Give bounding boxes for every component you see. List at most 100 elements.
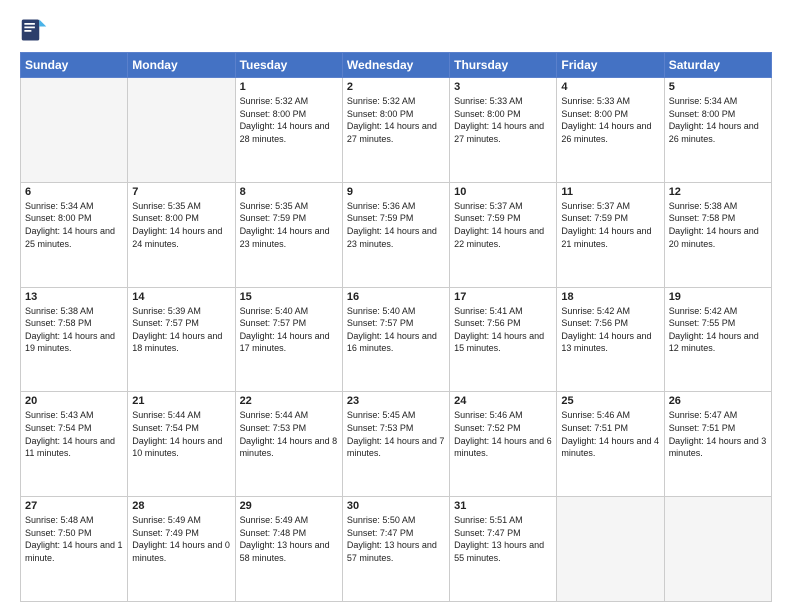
cell-info: Daylight: 14 hours and 13 minutes. bbox=[561, 330, 659, 355]
cell-info: Sunrise: 5:32 AM bbox=[347, 95, 445, 108]
cell-info: Daylight: 14 hours and 21 minutes. bbox=[561, 225, 659, 250]
cell-info: Sunset: 7:59 PM bbox=[240, 212, 338, 225]
day-number: 14 bbox=[132, 291, 230, 303]
day-header-friday: Friday bbox=[557, 53, 664, 78]
calendar-cell: 26Sunrise: 5:47 AMSunset: 7:51 PMDayligh… bbox=[664, 392, 771, 497]
day-header-monday: Monday bbox=[128, 53, 235, 78]
cell-info: Sunset: 8:00 PM bbox=[454, 108, 552, 121]
cell-info: Sunset: 7:54 PM bbox=[25, 422, 123, 435]
cell-info: Sunset: 8:00 PM bbox=[25, 212, 123, 225]
calendar-cell: 10Sunrise: 5:37 AMSunset: 7:59 PMDayligh… bbox=[450, 182, 557, 287]
day-number: 6 bbox=[25, 186, 123, 198]
day-number: 11 bbox=[561, 186, 659, 198]
week-row-5: 27Sunrise: 5:48 AMSunset: 7:50 PMDayligh… bbox=[21, 497, 772, 602]
day-number: 31 bbox=[454, 500, 552, 512]
cell-info: Sunrise: 5:37 AM bbox=[561, 200, 659, 213]
day-number: 29 bbox=[240, 500, 338, 512]
day-number: 13 bbox=[25, 291, 123, 303]
week-row-3: 13Sunrise: 5:38 AMSunset: 7:58 PMDayligh… bbox=[21, 287, 772, 392]
cell-info: Sunset: 7:56 PM bbox=[561, 317, 659, 330]
cell-info: Sunset: 7:57 PM bbox=[132, 317, 230, 330]
day-number: 25 bbox=[561, 395, 659, 407]
calendar-cell: 9Sunrise: 5:36 AMSunset: 7:59 PMDaylight… bbox=[342, 182, 449, 287]
day-number: 7 bbox=[132, 186, 230, 198]
day-number: 8 bbox=[240, 186, 338, 198]
header bbox=[20, 16, 772, 44]
cell-info: Sunrise: 5:47 AM bbox=[669, 409, 767, 422]
cell-info: Sunrise: 5:45 AM bbox=[347, 409, 445, 422]
day-number: 4 bbox=[561, 81, 659, 93]
day-header-tuesday: Tuesday bbox=[235, 53, 342, 78]
calendar-cell: 16Sunrise: 5:40 AMSunset: 7:57 PMDayligh… bbox=[342, 287, 449, 392]
cell-info: Sunrise: 5:49 AM bbox=[240, 514, 338, 527]
cell-info: Daylight: 14 hours and 25 minutes. bbox=[25, 225, 123, 250]
cell-info: Sunrise: 5:42 AM bbox=[561, 305, 659, 318]
calendar-cell: 3Sunrise: 5:33 AMSunset: 8:00 PMDaylight… bbox=[450, 78, 557, 183]
calendar-cell: 5Sunrise: 5:34 AMSunset: 8:00 PMDaylight… bbox=[664, 78, 771, 183]
calendar-cell: 18Sunrise: 5:42 AMSunset: 7:56 PMDayligh… bbox=[557, 287, 664, 392]
day-number: 28 bbox=[132, 500, 230, 512]
day-number: 20 bbox=[25, 395, 123, 407]
cell-info: Sunrise: 5:37 AM bbox=[454, 200, 552, 213]
calendar-cell: 6Sunrise: 5:34 AMSunset: 8:00 PMDaylight… bbox=[21, 182, 128, 287]
day-number: 1 bbox=[240, 81, 338, 93]
calendar-cell: 31Sunrise: 5:51 AMSunset: 7:47 PMDayligh… bbox=[450, 497, 557, 602]
calendar-cell: 29 Sunrise: 5:49 AMSunset: 7:48 PMDayligh… bbox=[235, 497, 342, 602]
cell-info: Daylight: 14 hours and 22 minutes. bbox=[454, 225, 552, 250]
header-row: SundayMondayTuesdayWednesdayThursdayFrid… bbox=[21, 53, 772, 78]
cell-info: Daylight: 14 hours and 10 minutes. bbox=[132, 435, 230, 460]
day-number: 21 bbox=[132, 395, 230, 407]
cell-info: Daylight: 14 hours and 0 minutes. bbox=[132, 539, 230, 564]
cell-info: Daylight: 14 hours and 8 minutes. bbox=[240, 435, 338, 460]
cell-info: Sunset: 8:00 PM bbox=[561, 108, 659, 121]
cell-info: Sunrise: 5:48 AM bbox=[25, 514, 123, 527]
cell-info: Sunrise: 5:35 AM bbox=[240, 200, 338, 213]
cell-info: Daylight: 14 hours and 23 minutes. bbox=[240, 225, 338, 250]
cell-info: Sunrise: 5:32 AM bbox=[240, 95, 338, 108]
cell-info: Sunrise: 5:41 AM bbox=[454, 305, 552, 318]
logo bbox=[20, 16, 50, 44]
cell-info: Daylight: 13 hours and 58 minutes. bbox=[240, 539, 338, 564]
calendar-table: SundayMondayTuesdayWednesdayThursdayFrid… bbox=[20, 52, 772, 602]
logo-icon bbox=[20, 16, 48, 44]
cell-info: Daylight: 14 hours and 6 minutes. bbox=[454, 435, 552, 460]
calendar-cell: 19Sunrise: 5:42 AMSunset: 7:55 PMDayligh… bbox=[664, 287, 771, 392]
cell-info: Daylight: 14 hours and 16 minutes. bbox=[347, 330, 445, 355]
calendar-cell: 12Sunrise: 5:38 AMSunset: 7:58 PMDayligh… bbox=[664, 182, 771, 287]
day-number: 30 bbox=[347, 500, 445, 512]
cell-info: Sunset: 8:00 PM bbox=[240, 108, 338, 121]
cell-info: Daylight: 14 hours and 17 minutes. bbox=[240, 330, 338, 355]
cell-info: Sunrise: 5:51 AM bbox=[454, 514, 552, 527]
calendar-cell: 20Sunrise: 5:43 AMSunset: 7:54 PMDayligh… bbox=[21, 392, 128, 497]
cell-info: Sunrise: 5:50 AM bbox=[347, 514, 445, 527]
cell-info: Sunrise: 5:40 AM bbox=[240, 305, 338, 318]
calendar-cell: 7Sunrise: 5:35 AMSunset: 8:00 PMDaylight… bbox=[128, 182, 235, 287]
cell-info: Sunrise: 5:46 AM bbox=[561, 409, 659, 422]
day-header-thursday: Thursday bbox=[450, 53, 557, 78]
cell-info: Sunset: 7:51 PM bbox=[561, 422, 659, 435]
calendar-cell: 21Sunrise: 5:44 AMSunset: 7:54 PMDayligh… bbox=[128, 392, 235, 497]
day-number: 17 bbox=[454, 291, 552, 303]
cell-info: Sunset: 7:57 PM bbox=[347, 317, 445, 330]
cell-info: Sunrise: 5:49 AM bbox=[132, 514, 230, 527]
cell-info: Daylight: 14 hours and 19 minutes. bbox=[25, 330, 123, 355]
cell-info: Sunset: 7:48 PM bbox=[240, 527, 338, 540]
calendar-cell: 23Sunrise: 5:45 AMSunset: 7:53 PMDayligh… bbox=[342, 392, 449, 497]
day-number: 22 bbox=[240, 395, 338, 407]
cell-info: Daylight: 13 hours and 57 minutes. bbox=[347, 539, 445, 564]
cell-info: Sunrise: 5:35 AM bbox=[132, 200, 230, 213]
cell-info: Daylight: 14 hours and 27 minutes. bbox=[454, 120, 552, 145]
week-row-4: 20Sunrise: 5:43 AMSunset: 7:54 PMDayligh… bbox=[21, 392, 772, 497]
cell-info: Daylight: 14 hours and 3 minutes. bbox=[669, 435, 767, 460]
day-number: 15 bbox=[240, 291, 338, 303]
day-number: 23 bbox=[347, 395, 445, 407]
cell-info: Daylight: 14 hours and 4 minutes. bbox=[561, 435, 659, 460]
day-header-saturday: Saturday bbox=[664, 53, 771, 78]
cell-info: Sunset: 7:53 PM bbox=[347, 422, 445, 435]
cell-info: Sunset: 7:59 PM bbox=[347, 212, 445, 225]
cell-info: Sunrise: 5:33 AM bbox=[454, 95, 552, 108]
cell-info: Daylight: 14 hours and 28 minutes. bbox=[240, 120, 338, 145]
cell-info: Daylight: 14 hours and 24 minutes. bbox=[132, 225, 230, 250]
cell-info: Sunrise: 5:46 AM bbox=[454, 409, 552, 422]
cell-info: Sunrise: 5:44 AM bbox=[132, 409, 230, 422]
